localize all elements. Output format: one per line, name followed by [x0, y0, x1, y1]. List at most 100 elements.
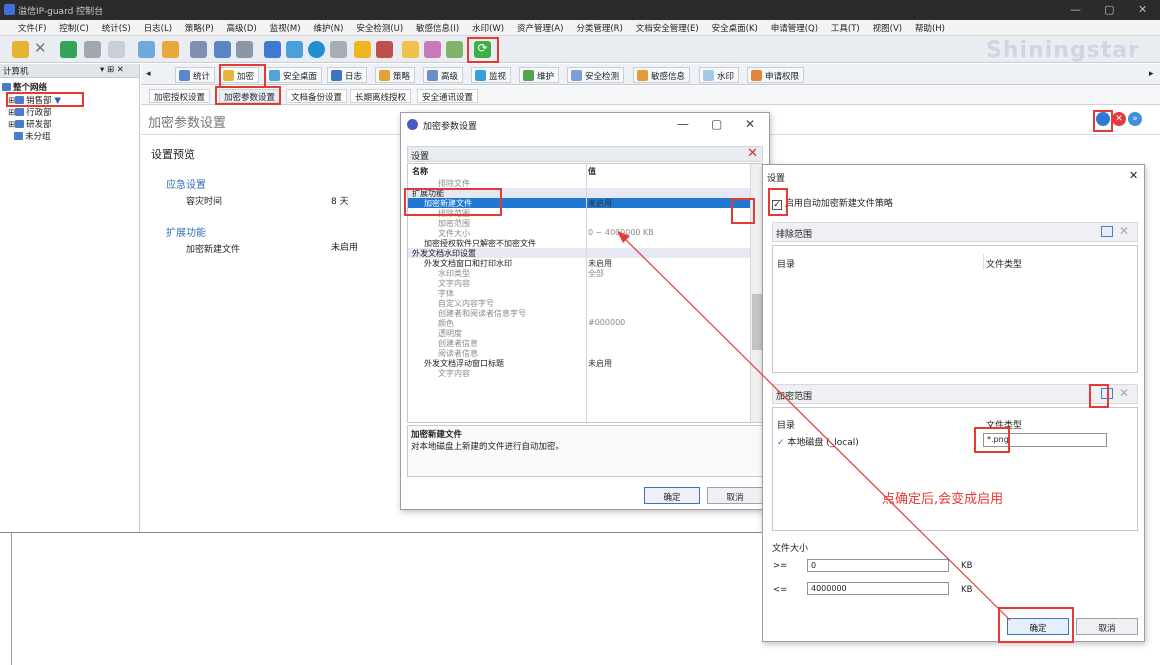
- dialog1-maximize-icon[interactable]: ▢: [711, 117, 722, 131]
- dialog2-close-icon[interactable]: ✕: [1129, 169, 1138, 182]
- tree-item-rd[interactable]: ⊞ 研发部: [8, 118, 52, 130]
- property-row[interactable]: 外发文档浮动窗口标题 未启用: [408, 358, 752, 368]
- property-row[interactable]: 文件大小 0 ~ 4000000 KB: [408, 228, 752, 238]
- add-exclude-icon[interactable]: [1101, 226, 1113, 237]
- tab-security-check[interactable]: 安全检测: [567, 67, 625, 83]
- dialog1-cancel-button[interactable]: 取消: [707, 487, 763, 504]
- file-type-input[interactable]: *.png: [983, 433, 1107, 447]
- tool-icon-7[interactable]: [162, 41, 179, 58]
- dialog2-ok-button[interactable]: 确定: [1007, 618, 1069, 635]
- maximize-icon[interactable]: ▢: [1104, 3, 1114, 16]
- remove-exclude-icon[interactable]: ✕: [1119, 224, 1129, 238]
- subtab-encrypt-auth[interactable]: 加密授权设置: [149, 89, 211, 103]
- property-row[interactable]: 创建者和阅读者信息字号: [408, 308, 752, 318]
- property-row[interactable]: 加密新建文件 未启用: [408, 198, 752, 208]
- subtab-secure-comm[interactable]: 安全通讯设置: [417, 89, 479, 103]
- menu-tools[interactable]: 工具(T): [826, 20, 865, 36]
- dialog1-ok-button[interactable]: 确定: [644, 487, 700, 504]
- tool-icon-8[interactable]: [190, 41, 207, 58]
- tabs-left-arrow[interactable]: ◂: [146, 69, 151, 79]
- subtab-doc-backup[interactable]: 文档备份设置: [286, 89, 348, 103]
- property-row[interactable]: 文字内容: [408, 278, 752, 288]
- more-icon[interactable]: »: [1128, 112, 1142, 126]
- tab-sensitive[interactable]: 敏感信息: [633, 67, 691, 83]
- menu-secure-desktop[interactable]: 安全桌面(K): [707, 20, 763, 36]
- print-icon[interactable]: [84, 41, 101, 58]
- property-row[interactable]: 水印类型 全部: [408, 268, 752, 278]
- menu-category[interactable]: 分类管理(R): [571, 20, 628, 36]
- max-size-input[interactable]: 4000000: [807, 582, 949, 595]
- menu-help[interactable]: 帮助(H): [910, 20, 950, 36]
- tool-icon-6[interactable]: [138, 41, 155, 58]
- warning-icon[interactable]: [354, 41, 371, 58]
- grid-scrollbar[interactable]: [750, 164, 762, 422]
- subtab-encrypt-params[interactable]: 加密参数设置: [219, 89, 281, 103]
- property-row[interactable]: 排除文件: [408, 178, 752, 188]
- property-row[interactable]: 外发文档水印设置: [408, 248, 752, 258]
- tree-item-admin[interactable]: ⊞ 行政部: [8, 106, 52, 118]
- property-row[interactable]: 外发文档窗口和打印水印 未启用: [408, 258, 752, 268]
- tab-advanced[interactable]: 高级: [423, 67, 464, 83]
- settings-close-icon[interactable]: ✕: [747, 146, 758, 161]
- menu-monitor[interactable]: 监视(M): [265, 20, 306, 36]
- menu-view[interactable]: 视图(V): [868, 20, 907, 36]
- tree-item-ungrouped[interactable]: 未分组: [14, 130, 51, 142]
- tool-icon-10[interactable]: [236, 41, 253, 58]
- property-row[interactable]: 创建者信息: [408, 338, 752, 348]
- menu-log[interactable]: 日志(L): [139, 20, 177, 36]
- tool-icon-18[interactable]: [424, 41, 441, 58]
- encrypt-range-list[interactable]: 目录 文件类型 ✓ 本地磁盘 (_local) *.png: [772, 407, 1138, 531]
- property-row[interactable]: 文字内容: [408, 368, 752, 378]
- tab-encrypt[interactable]: 加密: [219, 67, 260, 83]
- import-icon[interactable]: [60, 41, 77, 58]
- property-row[interactable]: 排除范围: [408, 208, 752, 218]
- edit-icon[interactable]: [1096, 112, 1110, 126]
- menu-maintain[interactable]: 维护(N): [308, 20, 348, 36]
- menu-stats[interactable]: 统计(S): [97, 20, 136, 36]
- tab-watermark[interactable]: 水印: [699, 67, 740, 83]
- tree-item-sales[interactable]: ⊞ 销售部 ▼: [8, 94, 61, 106]
- tool-icon-12[interactable]: [286, 41, 303, 58]
- menu-sensitive[interactable]: 敏感信息(I): [411, 20, 464, 36]
- menu-security-check[interactable]: 安全检测(U): [351, 20, 408, 36]
- close-icon[interactable]: ✕: [1138, 3, 1147, 16]
- tool-icon-9[interactable]: [214, 41, 231, 58]
- dialog1-close-icon[interactable]: ✕: [745, 117, 755, 131]
- checkbox-checked-icon[interactable]: ✓: [772, 200, 782, 210]
- tab-policy[interactable]: 策略: [375, 67, 416, 83]
- menu-doc-security[interactable]: 文档安全管理(E): [631, 20, 704, 36]
- property-row[interactable]: 自定义内容字号: [408, 298, 752, 308]
- preview-icon[interactable]: [108, 41, 125, 58]
- dialog2-cancel-button[interactable]: 取消: [1076, 618, 1138, 635]
- delete-icon[interactable]: ✕: [34, 39, 51, 57]
- delete-circle-icon[interactable]: ✕: [1112, 112, 1126, 126]
- tab-stats[interactable]: 统计: [175, 67, 216, 83]
- property-row[interactable]: 透明度: [408, 328, 752, 338]
- tab-request[interactable]: 申请权限: [747, 67, 805, 83]
- minimize-icon[interactable]: —: [1070, 3, 1081, 16]
- tabs-right-arrow[interactable]: ▸: [1149, 69, 1154, 79]
- property-row[interactable]: 加密授权软件只解密不加密文件: [408, 238, 752, 248]
- menu-assets[interactable]: 资产管理(A): [512, 20, 568, 36]
- menu-request[interactable]: 申请管理(Q): [766, 20, 823, 36]
- tab-log[interactable]: 日志: [327, 67, 368, 83]
- property-row[interactable]: 字体: [408, 288, 752, 298]
- min-size-input[interactable]: 0: [807, 559, 949, 572]
- menu-control[interactable]: 控制(C): [54, 20, 94, 36]
- dialog1-minimize-icon[interactable]: —: [677, 117, 689, 131]
- tree-item-network[interactable]: 整个网络: [2, 81, 47, 93]
- tool-icon-1[interactable]: [12, 41, 29, 58]
- encrypt-dir-item[interactable]: ✓ 本地磁盘 (_local): [777, 435, 859, 448]
- tab-secure-desktop[interactable]: 安全桌面: [265, 67, 323, 83]
- tool-icon-19[interactable]: [446, 41, 463, 58]
- tool-icon-14[interactable]: [330, 41, 347, 58]
- auto-encrypt-checkbox[interactable]: ✓ 启用自动加密新建文件策略: [772, 196, 893, 210]
- menu-watermark[interactable]: 水印(W): [467, 20, 509, 36]
- property-row[interactable]: 扩展功能: [408, 188, 752, 198]
- exclude-range-list[interactable]: 目录 文件类型: [772, 245, 1138, 373]
- property-row[interactable]: 加密范围: [408, 218, 752, 228]
- menu-policy[interactable]: 策略(P): [180, 20, 219, 36]
- property-row[interactable]: 颜色 #000000: [408, 318, 752, 328]
- tool-icon-11[interactable]: [264, 41, 281, 58]
- add-encrypt-icon[interactable]: [1101, 388, 1113, 399]
